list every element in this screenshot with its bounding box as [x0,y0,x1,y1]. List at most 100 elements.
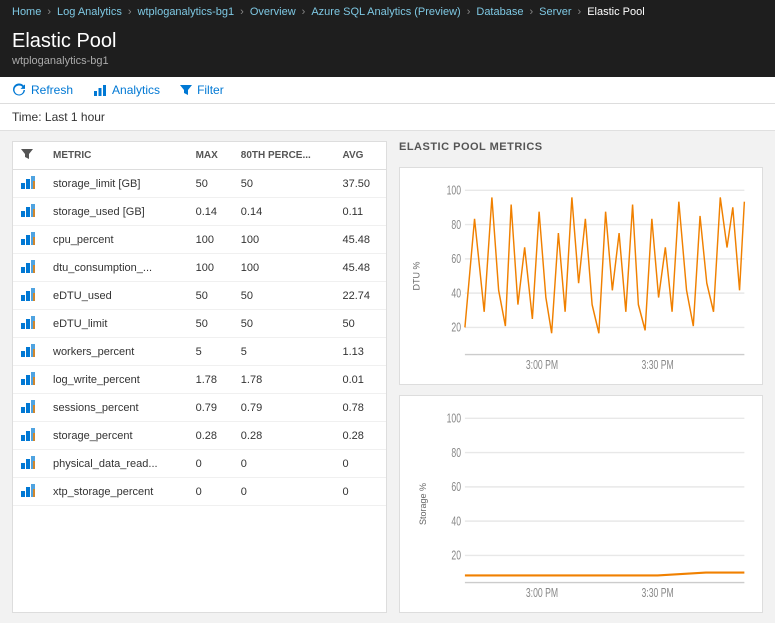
metric-max: 50 [188,282,233,310]
metric-name: eDTU_limit [45,310,188,338]
storage-chart-svg: 100 80 60 40 20 3:00 PM 3:30 PM [436,404,754,604]
table-row[interactable]: storage_limit [GB]505037.50 [13,170,386,198]
table-row[interactable]: physical_data_read...000 [13,450,386,478]
metric-80th: 0.14 [233,198,335,226]
metric-avg: 50 [335,310,387,338]
breadcrumb-current: Elastic Pool [587,6,644,18]
metric-name: sessions_percent [45,394,188,422]
storage-chart-inner: 100 80 60 40 20 3:00 PM 3:30 PM [436,404,754,604]
metric-name: dtu_consumption_... [45,254,188,282]
metric-bar-icon [13,282,45,310]
table-row[interactable]: dtu_consumption_...10010045.48 [13,254,386,282]
time-filter-label: Time: Last 1 hour [12,110,105,124]
col-header-avg[interactable]: AVG [335,142,387,170]
breadcrumb: Home › Log Analytics › wtploganalytics-b… [0,0,775,24]
metric-max: 50 [188,310,233,338]
svg-text:100: 100 [447,184,461,198]
metric-80th: 100 [233,226,335,254]
metric-name: storage_used [GB] [45,198,188,226]
svg-text:100: 100 [447,412,461,426]
metric-bar-icon [13,170,45,198]
metric-max: 0.14 [188,198,233,226]
table-row[interactable]: storage_used [GB]0.140.140.11 [13,198,386,226]
metric-bar-icon [13,254,45,282]
storage-y-label: Storage % [418,483,428,525]
table-row[interactable]: storage_percent0.280.280.28 [13,422,386,450]
table-row[interactable]: cpu_percent10010045.48 [13,226,386,254]
filter-icon [180,84,192,96]
metric-80th: 50 [233,310,335,338]
metric-bar-icon [13,198,45,226]
metric-avg: 0 [335,450,387,478]
dtu-y-label: DTU % [412,262,422,291]
metric-80th: 50 [233,170,335,198]
metric-max: 1.78 [188,366,233,394]
table-row[interactable]: xtp_storage_percent000 [13,478,386,506]
col-header-80th[interactable]: 80TH PERCE... [233,142,335,170]
table-row[interactable]: workers_percent551.13 [13,338,386,366]
metric-max: 50 [188,170,233,198]
table-header-row: METRIC MAX 80TH PERCE... AVG [13,142,386,170]
metric-bar-icon [13,338,45,366]
metric-80th: 0.79 [233,394,335,422]
metric-name: physical_data_read... [45,450,188,478]
time-filter-bar: Time: Last 1 hour [0,104,775,131]
refresh-button[interactable]: Refresh [12,83,73,97]
table-row[interactable]: sessions_percent0.790.790.78 [13,394,386,422]
svg-text:80: 80 [451,218,461,232]
metric-max: 5 [188,338,233,366]
storage-chart-box: Storage % 100 80 60 40 20 [399,395,763,613]
svg-text:3:00 PM: 3:00 PM [526,586,558,600]
breadcrumb-workspace[interactable]: wtploganalytics-bg1 [138,6,235,18]
metric-max: 0.28 [188,422,233,450]
metric-80th: 5 [233,338,335,366]
col-header-icon [13,142,45,170]
breadcrumb-log-analytics[interactable]: Log Analytics [57,6,122,18]
filter-table-icon [21,148,33,160]
metric-avg: 0.78 [335,394,387,422]
breadcrumb-server[interactable]: Server [539,6,571,18]
metric-max: 100 [188,254,233,282]
charts-section-title: ELASTIC POOL METRICS [399,141,763,153]
main-content: METRIC MAX 80TH PERCE... AVG storage_lim… [0,131,775,623]
metric-name: workers_percent [45,338,188,366]
svg-text:20: 20 [451,549,461,563]
dtu-chart-box: DTU % 100 80 60 40 20 [399,167,763,385]
metric-80th: 0 [233,450,335,478]
breadcrumb-database[interactable]: Database [476,6,523,18]
metric-80th: 100 [233,254,335,282]
metric-max: 0.79 [188,394,233,422]
metric-name: log_write_percent [45,366,188,394]
metric-80th: 50 [233,282,335,310]
table-row[interactable]: log_write_percent1.781.780.01 [13,366,386,394]
toolbar: Refresh Analytics Filter [0,77,775,104]
metric-avg: 1.13 [335,338,387,366]
filter-button[interactable]: Filter [180,83,224,97]
page-subtitle: wtploganalytics-bg1 [12,55,763,67]
col-header-metric[interactable]: METRIC [45,142,188,170]
metric-avg: 45.48 [335,254,387,282]
analytics-button[interactable]: Analytics [93,83,160,97]
page-title: Elastic Pool [12,30,763,53]
table-row[interactable]: eDTU_limit505050 [13,310,386,338]
svg-text:40: 40 [451,287,461,301]
breadcrumb-overview[interactable]: Overview [250,6,296,18]
breadcrumb-sql-analytics[interactable]: Azure SQL Analytics (Preview) [311,6,460,18]
breadcrumb-home[interactable]: Home [12,6,41,18]
metric-avg: 37.50 [335,170,387,198]
table-row[interactable]: eDTU_used505022.74 [13,282,386,310]
metric-name: storage_limit [GB] [45,170,188,198]
col-header-max[interactable]: MAX [188,142,233,170]
metric-max: 100 [188,226,233,254]
svg-text:20: 20 [451,321,461,335]
metric-bar-icon [13,310,45,338]
metric-bar-icon [13,226,45,254]
metric-name: xtp_storage_percent [45,478,188,506]
metric-max: 0 [188,478,233,506]
metric-max: 0 [188,450,233,478]
analytics-icon [93,83,107,97]
svg-text:3:30 PM: 3:30 PM [642,358,674,372]
metric-avg: 0 [335,478,387,506]
metric-avg: 45.48 [335,226,387,254]
metric-avg: 0.01 [335,366,387,394]
